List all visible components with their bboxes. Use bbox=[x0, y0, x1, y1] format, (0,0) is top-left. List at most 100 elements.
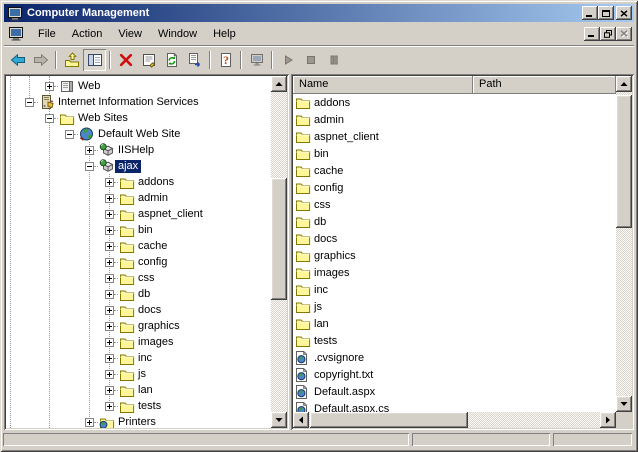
list-item-inc[interactable]: inc bbox=[293, 281, 616, 298]
list-item-name[interactable]: css bbox=[311, 199, 331, 211]
list-item-name[interactable]: js bbox=[311, 301, 322, 313]
list-item-name[interactable]: inc bbox=[311, 284, 328, 296]
scroll-thumb[interactable] bbox=[271, 178, 287, 300]
tree-item-label[interactable]: docs bbox=[135, 304, 164, 317]
list-item-name[interactable]: Default.aspx.cs bbox=[311, 403, 389, 413]
collapse-minus-toggle[interactable] bbox=[85, 162, 94, 171]
expand-plus-toggle[interactable] bbox=[105, 258, 114, 267]
tree-item-label[interactable]: js bbox=[135, 368, 149, 381]
collapse-minus-toggle[interactable] bbox=[45, 114, 54, 123]
list-item-name[interactable]: aspnet_client bbox=[311, 131, 379, 143]
expand-plus-toggle[interactable] bbox=[105, 402, 114, 411]
scroll-up-button[interactable] bbox=[271, 76, 287, 92]
list-item-cvsignore[interactable]: .cvsignore bbox=[293, 349, 616, 366]
collapse-minus-toggle[interactable] bbox=[65, 130, 74, 139]
collapse-minus-toggle[interactable] bbox=[25, 98, 34, 107]
tree-item-db[interactable]: db bbox=[6, 286, 271, 302]
tree-item-label[interactable]: aspnet_client bbox=[135, 208, 206, 221]
list-item-name[interactable]: lan bbox=[311, 318, 329, 330]
expand-plus-toggle[interactable] bbox=[105, 306, 114, 315]
tree-item-label[interactable]: config bbox=[135, 256, 170, 269]
delete-button[interactable] bbox=[114, 49, 137, 71]
menu-window[interactable]: Window bbox=[150, 26, 205, 42]
tree-item-inc[interactable]: inc bbox=[6, 350, 271, 366]
list-item-name[interactable]: bin bbox=[311, 148, 329, 160]
tree-item-label[interactable]: ajax bbox=[115, 160, 141, 173]
tree-item-config[interactable]: config bbox=[6, 254, 271, 270]
export-list-button[interactable] bbox=[183, 49, 206, 71]
list-item-name[interactable]: images bbox=[311, 267, 349, 279]
tree-item-label[interactable]: addons bbox=[135, 176, 177, 189]
tree-item-graphics[interactable]: graphics bbox=[6, 318, 271, 334]
list-item-addons[interactable]: addons bbox=[293, 94, 616, 111]
tree-item-label[interactable]: css bbox=[135, 272, 158, 285]
tree-item-ajax[interactable]: ajax bbox=[6, 158, 271, 174]
expand-plus-toggle[interactable] bbox=[45, 82, 54, 91]
expand-plus-toggle[interactable] bbox=[105, 242, 114, 251]
list-item-images[interactable]: images bbox=[293, 264, 616, 281]
list-item-name[interactable]: .cvsignore bbox=[311, 352, 364, 364]
mdi-minimize-button[interactable] bbox=[584, 27, 600, 41]
close-button[interactable] bbox=[616, 6, 632, 20]
scroll-track[interactable] bbox=[616, 92, 632, 396]
tree-item-cache[interactable]: cache bbox=[6, 238, 271, 254]
tree-item-js[interactable]: js bbox=[6, 366, 271, 382]
tree-item-label[interactable]: Web bbox=[75, 80, 103, 93]
scroll-right-button[interactable] bbox=[600, 412, 616, 428]
list-item-name[interactable]: db bbox=[311, 216, 326, 228]
refresh-button[interactable] bbox=[160, 49, 183, 71]
tree-item-bin[interactable]: bin bbox=[6, 222, 271, 238]
expand-plus-toggle[interactable] bbox=[105, 370, 114, 379]
list-item-name[interactable]: Default.aspx bbox=[311, 386, 375, 398]
up-one-level-button[interactable] bbox=[60, 49, 83, 71]
menu-help[interactable]: Help bbox=[205, 26, 244, 42]
list-item-cache[interactable]: cache bbox=[293, 162, 616, 179]
tree-item-addons[interactable]: addons bbox=[6, 174, 271, 190]
expand-plus-toggle[interactable] bbox=[105, 354, 114, 363]
tree-vertical-scrollbar[interactable] bbox=[271, 76, 287, 428]
tree-item-label[interactable]: lan bbox=[135, 384, 156, 397]
minimize-button[interactable] bbox=[582, 6, 598, 20]
tree-item-iishelp[interactable]: IISHelp bbox=[6, 142, 271, 158]
list-vertical-scrollbar[interactable] bbox=[616, 76, 632, 412]
tree-item-default-web-site[interactable]: Default Web Site bbox=[6, 126, 271, 142]
list-item-css[interactable]: css bbox=[293, 196, 616, 213]
list-item-aspnet-client[interactable]: aspnet_client bbox=[293, 128, 616, 145]
tree-item-label[interactable]: Web Sites bbox=[75, 112, 131, 125]
tree-item-web[interactable]: Web bbox=[6, 78, 271, 94]
expand-plus-toggle[interactable] bbox=[105, 194, 114, 203]
tree-item-web-sites[interactable]: Web Sites bbox=[6, 110, 271, 126]
tree-item-label[interactable]: Default Web Site bbox=[95, 128, 183, 141]
list-item-db[interactable]: db bbox=[293, 213, 616, 230]
list-item-name[interactable]: cache bbox=[311, 165, 343, 177]
list-item-tests[interactable]: tests bbox=[293, 332, 616, 349]
expand-plus-toggle[interactable] bbox=[105, 386, 114, 395]
properties-button[interactable] bbox=[137, 49, 160, 71]
menu-file[interactable]: File bbox=[30, 26, 64, 42]
list-horizontal-scrollbar[interactable] bbox=[293, 412, 616, 428]
list-item-graphics[interactable]: graphics bbox=[293, 247, 616, 264]
list-item-default-aspx-cs[interactable]: Default.aspx.cs bbox=[293, 400, 616, 412]
column-header-path[interactable]: Path bbox=[473, 76, 616, 94]
list-item-js[interactable]: js bbox=[293, 298, 616, 315]
tree-item-printers[interactable]: Printers bbox=[6, 414, 271, 428]
back-button[interactable] bbox=[6, 49, 29, 71]
tree-item-label[interactable]: Printers bbox=[115, 416, 159, 429]
expand-plus-toggle[interactable] bbox=[105, 290, 114, 299]
mdi-close-button[interactable] bbox=[616, 27, 632, 41]
menu-view[interactable]: View bbox=[110, 26, 150, 42]
tree-item-tests[interactable]: tests bbox=[6, 398, 271, 414]
menu-action[interactable]: Action bbox=[64, 26, 111, 42]
scroll-down-button[interactable] bbox=[616, 396, 632, 412]
column-header-name[interactable]: Name bbox=[293, 76, 473, 94]
list-item-name[interactable]: docs bbox=[311, 233, 337, 245]
tree-item-internet-information-services[interactable]: Internet Information Services bbox=[6, 94, 271, 110]
expand-plus-toggle[interactable] bbox=[105, 338, 114, 347]
mdi-restore-button[interactable] bbox=[600, 27, 616, 41]
scroll-up-button[interactable] bbox=[616, 76, 632, 92]
list-item-name[interactable]: addons bbox=[311, 97, 350, 109]
scroll-track[interactable] bbox=[309, 412, 600, 428]
help-button[interactable]: ? bbox=[214, 49, 237, 71]
tree-item-aspnet-client[interactable]: aspnet_client bbox=[6, 206, 271, 222]
scroll-track[interactable] bbox=[271, 92, 287, 412]
